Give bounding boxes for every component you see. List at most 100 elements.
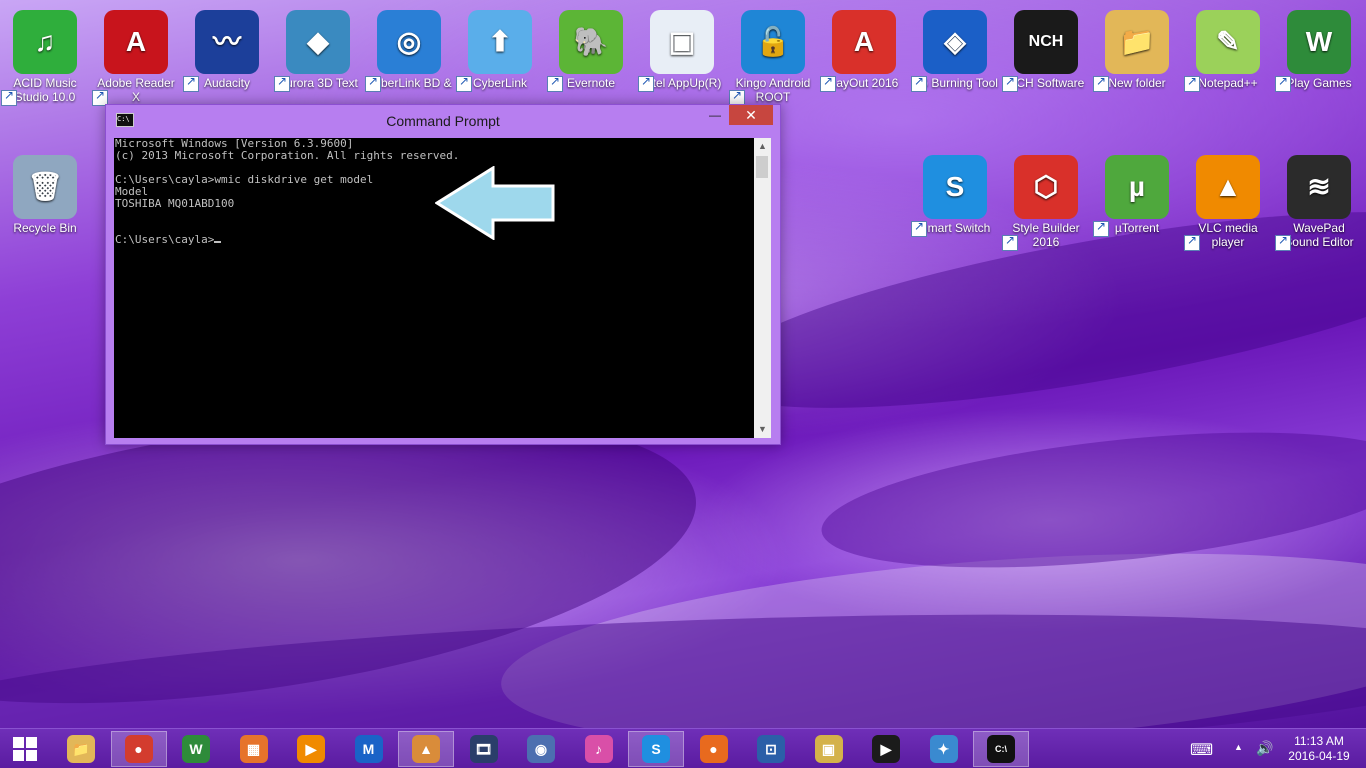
app-icon: ✎ (1196, 10, 1260, 74)
taskbar-remote-desktop[interactable]: ⊡ (743, 731, 799, 767)
taskbar-play-games[interactable]: W (168, 731, 224, 767)
desktop-icon-15[interactable]: WPlay Games (1275, 4, 1363, 92)
taskbar-chrome[interactable]: ● (110, 731, 167, 767)
vertical-scrollbar[interactable]: ▲ ▼ (754, 138, 771, 438)
app-icon: ⬆ (468, 10, 532, 74)
shortcut-arrow-icon (1002, 74, 1018, 92)
keyboard-icon[interactable]: ⌨ (1190, 740, 1213, 768)
scroll-up-icon[interactable]: ▲ (754, 138, 771, 155)
shortcut-arrow-icon (365, 74, 381, 92)
app-icon: ▲ (1196, 155, 1260, 219)
app-icon: ♫ (13, 10, 77, 74)
shortcut-arrow-icon (1275, 233, 1291, 251)
volume-icon[interactable]: 🔊 (1256, 740, 1273, 768)
cyberlink-app-icon: ▣ (814, 735, 843, 763)
desktop-icon-20[interactable]: ▲VLC media player (1184, 149, 1272, 251)
shortcut-arrow-icon (1, 88, 17, 106)
taskbar-malwarebytes[interactable]: M (341, 731, 397, 767)
app-icon: ◎ (377, 10, 441, 74)
console-line: C:\Users\cayla>wmic diskdrive get model (115, 173, 374, 186)
clock-time: 11:13 AM (1294, 734, 1344, 748)
desktop-icon-16[interactable]: 🗑 Recycle Bin (1, 149, 89, 235)
window-title: Command Prompt (386, 113, 500, 129)
shortcut-arrow-icon (274, 74, 290, 92)
console-output[interactable]: Microsoft Windows [Version 6.3.9600] (c)… (114, 138, 754, 438)
title-bar[interactable]: C:\ Command Prompt — ☐ ✕ (106, 105, 780, 137)
itunes-icon: ♪ (584, 735, 613, 763)
taskbar-bird-app[interactable]: ◉ (513, 731, 569, 767)
console-prompt: C:\Users\cayla> (115, 233, 215, 246)
taskbar-media-player[interactable]: ▶ (858, 731, 914, 767)
app-icon: 🗑 (13, 155, 77, 219)
command-prompt-icon: C:\ (987, 735, 1015, 763)
safari-icon: ✦ (929, 735, 958, 763)
desktop-icon-label: Recycle Bin (13, 221, 77, 235)
desktop-icon-8[interactable]: ▣Intel AppUp(R) (638, 4, 726, 92)
desktop-icon-10[interactable]: ALayOut 2016 (820, 4, 908, 92)
shortcut-arrow-icon (1184, 74, 1200, 92)
taskbar-file-explorer[interactable]: 📁 (53, 731, 109, 767)
desktop-icon-21[interactable]: ≋WavePad Sound Editor (1275, 149, 1363, 251)
app-icon: NCH (1014, 10, 1078, 74)
shortcut-arrow-icon (183, 74, 199, 92)
show-hidden-icons-chevron-icon[interactable]: ▲ (1234, 742, 1243, 768)
app-active-2-icon: ▲ (412, 735, 440, 763)
taskbar-video-player[interactable]: ▶ (283, 731, 339, 767)
scroll-down-icon[interactable]: ▼ (754, 421, 771, 438)
app-icon: ◆ (286, 10, 350, 74)
console-text: Microsoft Windows [Version 6.3.9600] (c)… (114, 138, 754, 246)
desktop-icon-7[interactable]: 🐘Evernote (547, 4, 635, 92)
app-icon: 〰 (195, 10, 259, 74)
bird-app-icon: ◉ (527, 735, 555, 763)
start-button[interactable] (0, 731, 50, 767)
desktop-icon-13[interactable]: 📁New folder (1093, 4, 1181, 92)
close-button[interactable]: ✕ (729, 105, 773, 125)
scroll-thumb[interactable] (756, 156, 768, 178)
desktop-icon-2[interactable]: AAdobe Reader X (92, 4, 180, 106)
clock-date: 2016-04-19 (1288, 749, 1350, 763)
play-games-icon: W (182, 735, 210, 763)
clock[interactable]: 11:13 AM 2016-04-19 (1279, 734, 1359, 764)
desktop-icon-1[interactable]: ♫ACID Music Studio 10.0 (1, 4, 89, 106)
desktop-icon-14[interactable]: ✎Notepad++ (1184, 4, 1272, 92)
taskbar-skype[interactable]: S (628, 731, 684, 767)
desktop-icon-6[interactable]: ⬆CyberLink (456, 4, 544, 92)
taskbar-cyberlink-app[interactable]: ▣ (801, 731, 857, 767)
desktop-icon-9[interactable]: 🔓Kingo Android ROOT (729, 4, 817, 106)
app-icon: 📁 (1105, 10, 1169, 74)
firefox-icon: ● (699, 735, 728, 763)
taskbar-firefox[interactable]: ● (686, 731, 742, 767)
taskbar-film-app[interactable]: 🎞 (456, 731, 512, 767)
malwarebytes-icon: M (354, 735, 383, 763)
desktop-icon-5[interactable]: ◎CyberLink BD & (365, 4, 453, 92)
desktop-icon-11[interactable]: ◈LG Burning Tool (911, 4, 999, 92)
taskbar-safari[interactable]: ✦ (916, 731, 972, 767)
desktop-icon-4[interactable]: ◆Aurora 3D Text (274, 4, 362, 92)
taskbar-command-prompt[interactable]: C:\ (973, 731, 1029, 767)
app-icon: A (832, 10, 896, 74)
taskbar-itunes[interactable]: ♪ (571, 731, 627, 767)
taskbar: 📁 ● W ▦ ▶ M ▲ 🎞 ◉ ♪ S ● ⊡ ▣ ▶ ✦ C:\ ⌨ ▲ 🔊 11:13 AM 2016-… (0, 728, 1366, 768)
skype-icon: S (642, 735, 670, 763)
app-icon: ▣ (650, 10, 714, 74)
app-icon: 🐘 (559, 10, 623, 74)
taskbar-app-active-2[interactable]: ▲ (398, 731, 454, 767)
desktop-icon-12[interactable]: NCHNCH Software (1002, 4, 1090, 92)
chrome-icon: ● (124, 735, 153, 763)
app-icon: µ (1105, 155, 1169, 219)
app-icon: A (104, 10, 168, 74)
app-icon: W (1287, 10, 1351, 74)
text-cursor (214, 241, 222, 243)
desktop-icon-18[interactable]: ⬡Style Builder 2016 (1002, 149, 1090, 251)
remote-desktop-icon: ⊡ (757, 735, 785, 763)
shortcut-arrow-icon (911, 74, 927, 92)
app-icon: ◈ (923, 10, 987, 74)
shortcut-arrow-icon (820, 74, 836, 92)
windows-logo-icon (13, 737, 37, 761)
shortcut-arrow-icon (1093, 74, 1109, 92)
desktop-icon-3[interactable]: 〰Audacity (183, 4, 271, 92)
taskbar-app-tiles[interactable]: ▦ (226, 731, 282, 767)
desktop-icon-17[interactable]: SSmart Switch (911, 149, 999, 237)
desktop-icon-19[interactable]: µµTorrent (1093, 149, 1181, 237)
command-prompt-window[interactable]: C:\ Command Prompt — ☐ ✕ Microsoft Windo… (105, 104, 781, 445)
